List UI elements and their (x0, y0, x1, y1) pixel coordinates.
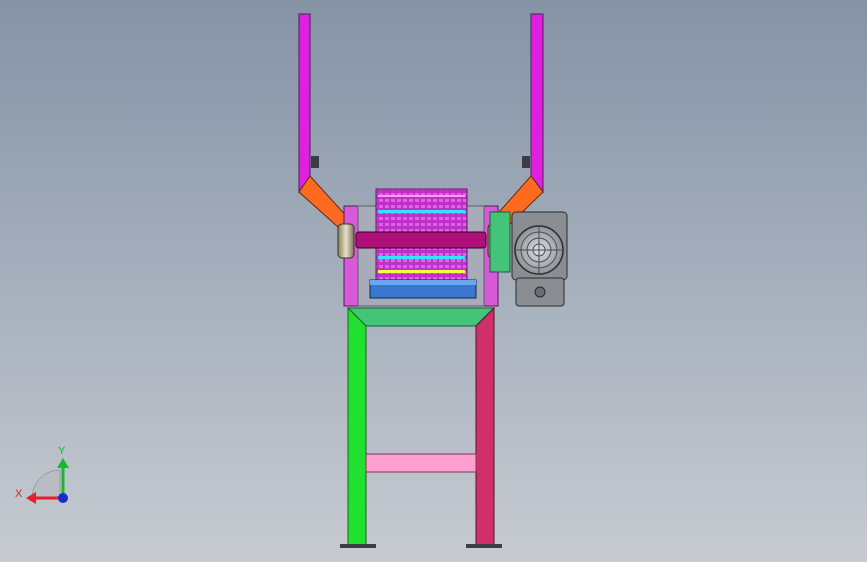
left-arm-bracket (311, 156, 319, 168)
x-axis-label: X (15, 488, 23, 500)
y-axis-label: Y (58, 445, 66, 457)
frame-right-leg[interactable] (475, 306, 495, 547)
drive-motor[interactable] (489, 211, 568, 307)
frame-crossbar[interactable] (365, 453, 477, 473)
right-hopper-arm[interactable] (530, 13, 544, 194)
right-foot-plate (466, 544, 502, 548)
left-bearing[interactable] (337, 223, 355, 259)
coordinate-triad-icon: Y X (15, 445, 69, 504)
motor-mount-plate[interactable] (489, 211, 511, 273)
right-arm-bracket (522, 156, 530, 168)
left-foot-plate (340, 544, 376, 548)
terminal-gland-icon (534, 286, 546, 298)
crusher-housing[interactable] (337, 188, 505, 307)
left-hopper-arm[interactable] (298, 13, 311, 194)
cad-viewport[interactable]: Y X (0, 0, 867, 562)
rotor-shaft[interactable] (355, 231, 487, 249)
frame-top-bar[interactable] (346, 307, 496, 327)
support-frame[interactable] (340, 306, 502, 548)
frame-left-leg[interactable] (347, 306, 367, 547)
tray-rim (370, 280, 476, 285)
